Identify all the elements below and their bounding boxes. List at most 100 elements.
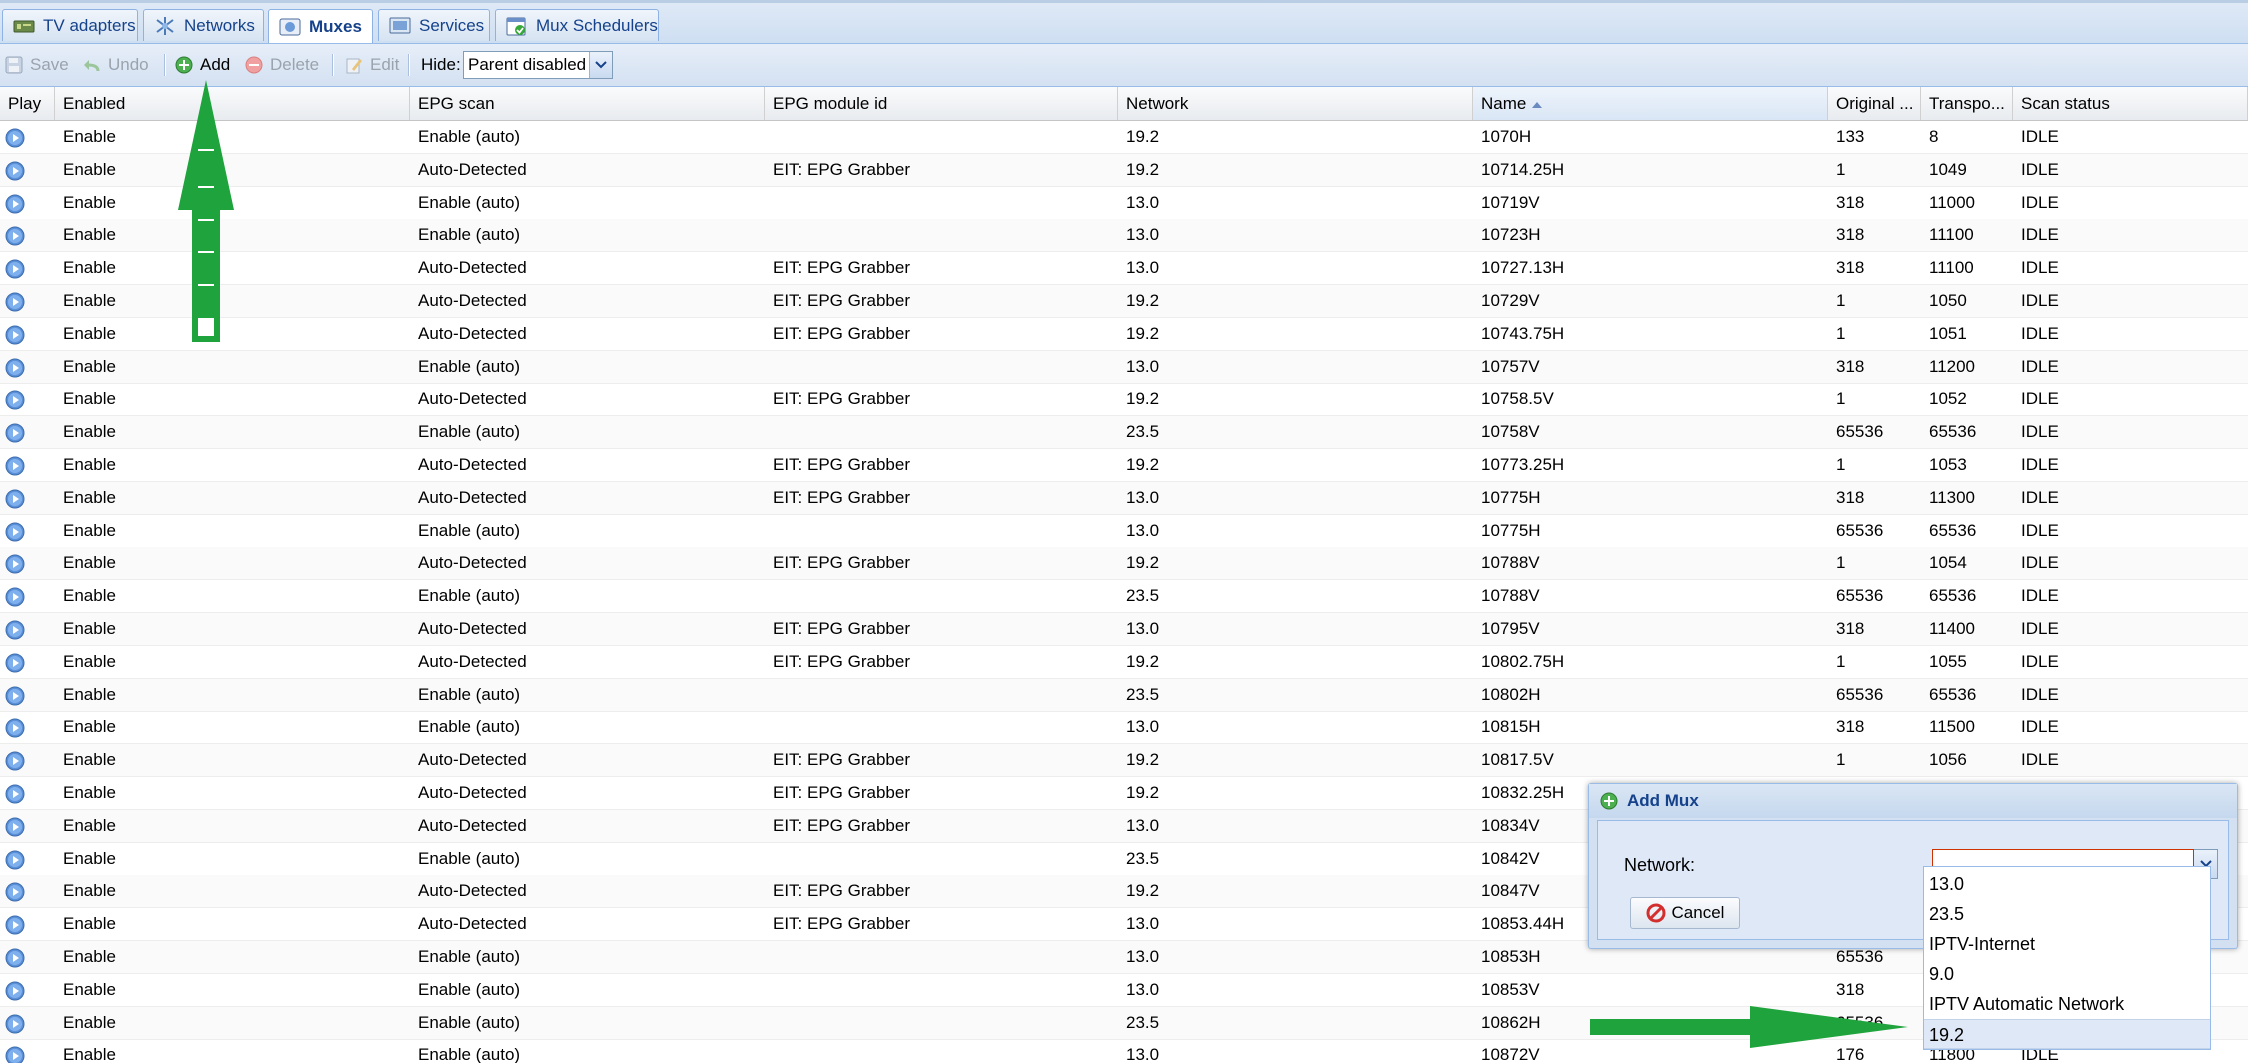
tab-services[interactable]: Services xyxy=(378,9,490,41)
play-icon[interactable] xyxy=(5,292,25,312)
edit-label: Edit xyxy=(370,55,400,74)
network-option[interactable]: 23.5 xyxy=(1924,899,2210,929)
column-header-epg-module[interactable]: EPG module id xyxy=(765,87,1118,120)
play-icon[interactable] xyxy=(5,587,25,607)
column-header-transport[interactable]: Transpo... xyxy=(1921,87,2013,120)
column-header-epg-scan[interactable]: EPG scan xyxy=(410,87,765,120)
cell-epg-module: EIT: EPG Grabber xyxy=(773,816,910,835)
cell-network: 19.2 xyxy=(1126,389,1160,408)
network-option[interactable]: 19.2 xyxy=(1924,1019,2210,1049)
play-icon[interactable] xyxy=(5,1046,25,1063)
play-icon[interactable] xyxy=(5,751,25,771)
cell-original: 318 xyxy=(1836,357,1865,376)
play-icon[interactable] xyxy=(5,259,25,279)
table-row[interactable]: Enable Enable (auto) 13.0 10775H 65536 65536 I… xyxy=(0,515,2248,548)
cell-epg-module xyxy=(765,1039,1118,1063)
cell-scan-status: IDLE xyxy=(2021,127,2059,146)
play-icon[interactable] xyxy=(5,850,25,870)
table-row[interactable]: Enable Enable (auto) 23.5 10758V 65536 65536 I… xyxy=(0,416,2248,449)
save-button[interactable]: Save xyxy=(4,52,69,78)
chevron-down-icon[interactable] xyxy=(589,52,612,78)
cell-epg-module xyxy=(765,515,1118,547)
play-icon[interactable] xyxy=(5,423,25,443)
table-row[interactable]: Enable Auto-Detected EIT: EPG Grabber 19.2 1… xyxy=(0,547,2248,580)
table-row[interactable]: Enable Enable (auto) 13.0 10719V 318 11000 IDL… xyxy=(0,187,2248,220)
column-header-name[interactable]: Name xyxy=(1473,87,1828,120)
play-icon[interactable] xyxy=(5,686,25,706)
table-row[interactable]: Enable Enable (auto) 13.0 10853V 318 xyxy=(0,974,2248,1007)
cell-epg-module: EIT: EPG Grabber xyxy=(773,389,910,408)
edit-button[interactable]: Edit xyxy=(344,52,399,78)
network-option[interactable]: 9.0 xyxy=(1924,959,2210,989)
table-row[interactable]: Enable Auto-Detected EIT: EPG Grabber 19.2 1… xyxy=(0,646,2248,679)
play-icon[interactable] xyxy=(5,522,25,542)
cancel-button[interactable]: Cancel xyxy=(1630,897,1740,929)
play-icon[interactable] xyxy=(5,194,25,214)
play-icon[interactable] xyxy=(5,981,25,1001)
play-icon[interactable] xyxy=(5,817,25,837)
tab-muxes[interactable]: Muxes xyxy=(268,9,373,43)
network-option[interactable]: IPTV-Internet xyxy=(1924,929,2210,959)
cell-network: 13.0 xyxy=(1126,225,1160,244)
column-header-original[interactable]: Original ... xyxy=(1828,87,1921,120)
play-icon[interactable] xyxy=(5,325,25,345)
play-icon[interactable] xyxy=(5,948,25,968)
table-row[interactable]: Enable Auto-Detected EIT: EPG Grabber 19.2 1… xyxy=(0,154,2248,187)
play-icon[interactable] xyxy=(5,390,25,410)
table-row[interactable]: Enable Auto-Detected EIT: EPG Grabber 19.2 1… xyxy=(0,318,2248,351)
hide-select[interactable]: Parent disabled xyxy=(463,51,613,79)
cell-network: 13.0 xyxy=(1126,717,1160,736)
column-header-network[interactable]: Network xyxy=(1118,87,1473,120)
table-row[interactable]: Enable Auto-Detected EIT: EPG Grabber 13.0 1… xyxy=(0,482,2248,515)
network-option[interactable]: IPTV Automatic Network xyxy=(1924,989,2210,1019)
play-icon[interactable] xyxy=(5,456,25,476)
table-row[interactable]: Enable Auto-Detected EIT: EPG Grabber 13.0 1… xyxy=(0,613,2248,646)
column-header-play[interactable]: Play xyxy=(0,87,55,120)
table-row[interactable]: Enable Enable (auto) 13.0 10872V 176 11800 IDL… xyxy=(0,1039,2248,1063)
table-row[interactable]: Enable Enable (auto) 13.0 10757V 318 11200 IDL… xyxy=(0,351,2248,384)
cell-epg-scan: Auto-Detected xyxy=(418,914,527,933)
undo-button[interactable]: Undo xyxy=(82,52,149,78)
table-row[interactable]: Enable Auto-Detected EIT: EPG Grabber 13.0 1… xyxy=(0,252,2248,285)
cell-name: 10757V xyxy=(1481,357,1540,376)
table-row[interactable]: Enable Auto-Detected EIT: EPG Grabber 19.2 1… xyxy=(0,449,2248,482)
cell-scan-status: IDLE xyxy=(2021,455,2059,474)
table-row[interactable]: Enable Auto-Detected EIT: EPG Grabber 19.2 1… xyxy=(0,383,2248,416)
tab-networks[interactable]: Networks xyxy=(143,9,264,41)
column-header-scan-status[interactable]: Scan status xyxy=(2013,87,2248,120)
play-icon[interactable] xyxy=(5,128,25,148)
table-row[interactable]: Enable Enable (auto) 13.0 10723H 318 11100 IDL… xyxy=(0,219,2248,252)
play-icon[interactable] xyxy=(5,915,25,935)
play-icon[interactable] xyxy=(5,226,25,246)
delete-button[interactable]: Delete xyxy=(244,52,319,78)
table-row[interactable]: Enable Enable (auto) 13.0 10815H 318 11500 IDL… xyxy=(0,711,2248,744)
cell-network: 13.0 xyxy=(1126,521,1160,540)
table-row[interactable]: Enable Enable (auto) 23.5 10802H 65536 65536 I… xyxy=(0,679,2248,712)
play-icon[interactable] xyxy=(5,1014,25,1034)
play-icon[interactable] xyxy=(5,784,25,804)
table-row[interactable]: EnableEnable (auto)23.510862H65536 xyxy=(0,1007,2248,1040)
play-icon[interactable] xyxy=(5,358,25,378)
table-row[interactable]: Enable Auto-Detected EIT: EPG Grabber 19.2 1… xyxy=(0,285,2248,318)
play-icon[interactable] xyxy=(5,718,25,738)
play-icon[interactable] xyxy=(5,161,25,181)
table-row[interactable]: Enable Enable (auto) 23.5 10788V 65536 65536 I… xyxy=(0,580,2248,613)
cell-transport: 1051 xyxy=(1929,324,1967,343)
play-icon[interactable] xyxy=(5,620,25,640)
table-row[interactable]: Enable Auto-Detected EIT: EPG Grabber 19.2 1… xyxy=(0,744,2248,777)
add-icon xyxy=(1600,792,1618,810)
play-icon[interactable] xyxy=(5,653,25,673)
cancel-label: Cancel xyxy=(1671,903,1725,922)
cell-enabled: Enable xyxy=(63,521,116,540)
tab-tv-adapters[interactable]: TV adapters xyxy=(2,9,138,41)
play-icon[interactable] xyxy=(5,554,25,574)
cell-network: 13.0 xyxy=(1126,1045,1160,1063)
cell-name: 10853V xyxy=(1481,980,1540,999)
dialog-title-bar[interactable]: Add Mux xyxy=(1589,784,2237,818)
table-row[interactable]: Enable Enable (auto) 19.2 1070H 133 8 IDLE xyxy=(0,121,2248,154)
play-icon[interactable] xyxy=(5,489,25,509)
play-icon[interactable] xyxy=(5,882,25,902)
tab-mux-schedulers[interactable]: Mux Schedulers xyxy=(495,9,659,41)
network-option[interactable]: 13.0 xyxy=(1924,869,2210,899)
add-button[interactable]: Add xyxy=(174,52,230,78)
